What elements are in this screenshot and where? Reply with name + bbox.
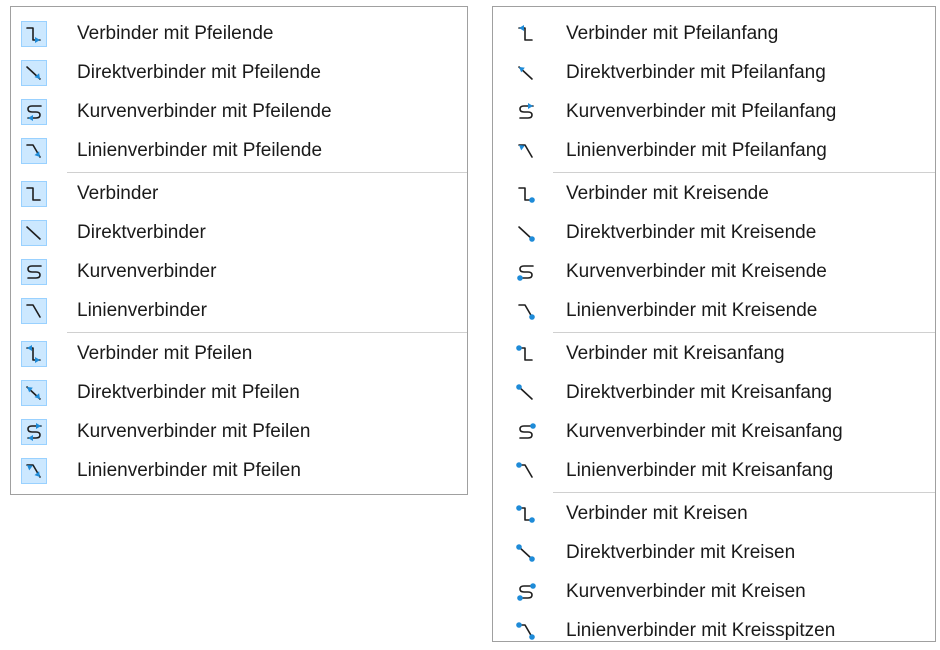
- connector-menu-right: Verbinder mit Pfeilanfang Direktverbinder…: [492, 6, 936, 642]
- connector-circles-icon: [513, 501, 539, 527]
- menu-item-label: Verbinder: [77, 183, 159, 204]
- curved-connector-icon: [21, 259, 47, 285]
- curved-connector-arrows-icon: [21, 419, 47, 445]
- straight-connector-arrows-icon: [21, 380, 47, 406]
- menu-item-label: Verbinder mit Pfeilende: [77, 23, 274, 44]
- menu-item-label: Direktverbinder mit Pfeilende: [77, 62, 321, 83]
- menu-item[interactable]: Verbinder mit Pfeilen: [11, 335, 467, 373]
- menu-separator: [553, 332, 935, 333]
- menu-item-label: Linienverbinder mit Kreisende: [566, 300, 818, 321]
- menu-item[interactable]: Verbinder mit Kreisanfang: [493, 335, 935, 373]
- menu-item[interactable]: Kurvenverbinder: [11, 253, 467, 291]
- line-connector-circle-end-icon: [513, 298, 539, 324]
- menu-item[interactable]: Linienverbinder mit Kreisspitzen: [493, 612, 935, 650]
- menu-item[interactable]: Direktverbinder mit Pfeilen: [11, 374, 467, 412]
- menu-item-label: Linienverbinder mit Kreisanfang: [566, 460, 834, 481]
- menu-item[interactable]: Verbinder: [11, 175, 467, 213]
- curved-connector-arrow-start-icon: [513, 99, 539, 125]
- menu-item[interactable]: Linienverbinder mit Pfeilen: [11, 452, 467, 490]
- curved-connector-arrow-end-icon: [21, 99, 47, 125]
- menu-item-label: Kurvenverbinder: [77, 261, 217, 282]
- connector-arrow-start-icon: [513, 21, 539, 47]
- menu-item[interactable]: Direktverbinder mit Kreisen: [493, 534, 935, 572]
- straight-connector-circle-start-icon: [513, 380, 539, 406]
- curved-connector-circle-start-icon: [513, 419, 539, 445]
- menu-item-label: Kurvenverbinder mit Kreisanfang: [566, 421, 843, 442]
- connector-circle-end-icon: [513, 181, 539, 207]
- menu-item-label: Direktverbinder mit Pfeilanfang: [566, 62, 826, 83]
- curved-connector-circles-icon: [513, 579, 539, 605]
- line-connector-circle-start-icon: [513, 458, 539, 484]
- menu-item-label: Linienverbinder mit Pfeilanfang: [566, 140, 827, 161]
- menu-item[interactable]: Direktverbinder: [11, 214, 467, 252]
- menu-item-label: Kurvenverbinder mit Pfeilanfang: [566, 101, 837, 122]
- menu-item[interactable]: Direktverbinder mit Pfeilende: [11, 54, 467, 92]
- menu-item-label: Kurvenverbinder mit Kreisende: [566, 261, 827, 282]
- menu-item-label: Linienverbinder mit Pfeilen: [77, 460, 301, 481]
- menu-item[interactable]: Verbinder mit Pfeilende: [11, 15, 467, 53]
- straight-connector-arrow-end-icon: [21, 60, 47, 86]
- menu-item[interactable]: Kurvenverbinder mit Kreisende: [493, 253, 935, 291]
- menu-item-label: Direktverbinder mit Kreisen: [566, 542, 796, 563]
- menu-item-label: Verbinder mit Pfeilen: [77, 343, 253, 364]
- menu-item[interactable]: Linienverbinder mit Kreisende: [493, 292, 935, 330]
- line-connector-icon: [21, 298, 47, 324]
- menu-item-label: Direktverbinder mit Kreisende: [566, 222, 817, 243]
- menu-item-label: Direktverbinder mit Pfeilen: [77, 382, 300, 403]
- straight-connector-icon: [21, 220, 47, 246]
- menu-item-label: Verbinder mit Kreisanfang: [566, 343, 785, 364]
- menu-item-label: Kurvenverbinder mit Pfeilende: [77, 101, 332, 122]
- line-connector-arrow-start-icon: [513, 138, 539, 164]
- menu-separator: [67, 172, 467, 173]
- menu-item[interactable]: Kurvenverbinder mit Pfeilanfang: [493, 93, 935, 131]
- menu-item-label: Linienverbinder: [77, 300, 207, 321]
- menu-item-label: Verbinder mit Kreisende: [566, 183, 769, 204]
- menu-item[interactable]: Kurvenverbinder mit Pfeilen: [11, 413, 467, 451]
- menu-item-label: Verbinder mit Kreisen: [566, 503, 748, 524]
- menu-separator: [553, 492, 935, 493]
- menu-item[interactable]: Linienverbinder mit Pfeilende: [11, 132, 467, 170]
- connector-arrows-icon: [21, 341, 47, 367]
- connector-circle-start-icon: [513, 341, 539, 367]
- menu-item[interactable]: Direktverbinder mit Pfeilanfang: [493, 54, 935, 92]
- menu-item[interactable]: Kurvenverbinder mit Pfeilende: [11, 93, 467, 131]
- curved-connector-circle-end-icon: [513, 259, 539, 285]
- menu-item-label: Direktverbinder mit Kreisanfang: [566, 382, 833, 403]
- menu-item[interactable]: Kurvenverbinder mit Kreisen: [493, 573, 935, 611]
- line-connector-arrow-end-icon: [21, 138, 47, 164]
- menu-separator: [553, 172, 935, 173]
- menu-item[interactable]: Kurvenverbinder mit Kreisanfang: [493, 413, 935, 451]
- menu-item-label: Verbinder mit Pfeilanfang: [566, 23, 779, 44]
- straight-connector-arrow-start-icon: [513, 60, 539, 86]
- menu-item-label: Linienverbinder mit Pfeilende: [77, 140, 323, 161]
- menu-item-label: Kurvenverbinder mit Pfeilen: [77, 421, 311, 442]
- menu-item[interactable]: Linienverbinder mit Kreisanfang: [493, 452, 935, 490]
- menu-item[interactable]: Direktverbinder mit Kreisanfang: [493, 374, 935, 412]
- menu-item[interactable]: Direktverbinder mit Kreisende: [493, 214, 935, 252]
- menu-separator: [67, 332, 467, 333]
- menu-item[interactable]: Linienverbinder mit Pfeilanfang: [493, 132, 935, 170]
- menu-item[interactable]: Verbinder mit Kreisen: [493, 495, 935, 533]
- menu-item[interactable]: Verbinder mit Kreisende: [493, 175, 935, 213]
- menu-item[interactable]: Verbinder mit Pfeilanfang: [493, 15, 935, 53]
- menu-item[interactable]: Linienverbinder: [11, 292, 467, 330]
- menu-item-label: Kurvenverbinder mit Kreisen: [566, 581, 806, 602]
- menu-item-label: Linienverbinder mit Kreisspitzen: [566, 620, 836, 641]
- connector-icon: [21, 181, 47, 207]
- straight-connector-circles-icon: [513, 540, 539, 566]
- straight-connector-circle-end-icon: [513, 220, 539, 246]
- line-connector-circles-icon: [513, 618, 539, 644]
- line-connector-arrows-icon: [21, 458, 47, 484]
- connector-arrow-end-icon: [21, 21, 47, 47]
- menu-item-label: Direktverbinder: [77, 222, 206, 243]
- connector-menu-left: Verbinder mit Pfeilende Direktverbinder m…: [10, 6, 468, 495]
